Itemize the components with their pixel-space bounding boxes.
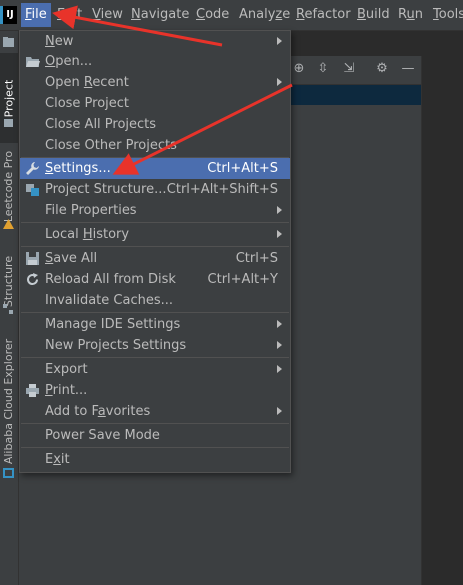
menu-item-print[interactable]: Print...	[20, 380, 290, 401]
menu-item-add-to-favorites[interactable]: Add to Favorites	[20, 401, 290, 422]
menu-item-file-properties[interactable]: File Properties	[20, 200, 290, 221]
reload-icon	[27, 273, 39, 286]
menu-separator	[21, 222, 289, 223]
folder-icon	[3, 37, 14, 47]
menu-file[interactable]: File	[21, 3, 51, 27]
menu-edit[interactable]: Edit	[53, 3, 86, 27]
folder-open-icon	[26, 57, 40, 67]
menu-item-new-projects-settings[interactable]: New Projects Settings	[20, 335, 290, 356]
menu-refactor[interactable]: Refactor	[292, 3, 355, 27]
submenu-arrow-icon	[277, 37, 282, 45]
menu-item-close-project[interactable]: Close Project	[20, 93, 290, 114]
menu-view[interactable]: View	[88, 3, 127, 27]
alibaba-cloud-icon	[3, 468, 14, 478]
menu-run[interactable]: Run	[394, 3, 427, 27]
editor-area	[421, 56, 463, 585]
tab-project[interactable]: Project	[0, 53, 18, 143]
menu-item-invalidate-caches[interactable]: Invalidate Caches...	[20, 290, 290, 311]
menu-separator	[21, 246, 289, 247]
locate-target-icon[interactable]: ⊕	[292, 62, 306, 76]
submenu-arrow-icon	[277, 365, 282, 373]
menu-tools[interactable]: Tools	[429, 3, 463, 27]
save-icon	[26, 252, 39, 265]
wrench-icon	[26, 162, 39, 175]
submenu-arrow-icon	[277, 78, 282, 86]
submenu-arrow-icon	[277, 407, 282, 415]
project-tab-icon	[4, 119, 13, 127]
minimize-icon[interactable]: —	[401, 62, 415, 76]
menu-item-close-other-projects[interactable]: Close Other Projects	[20, 135, 290, 156]
menu-item-save-all[interactable]: Save All Ctrl+S	[20, 248, 290, 269]
structure-icon	[3, 304, 13, 314]
menu-analyze[interactable]: Analyze	[235, 3, 294, 27]
leetcode-icon	[3, 219, 14, 229]
gear-icon[interactable]: ⚙	[375, 62, 389, 76]
menu-item-reload-all-from-disk[interactable]: Reload All from Disk Ctrl+Alt+Y	[20, 269, 290, 290]
project-structure-icon	[26, 184, 39, 196]
printer-icon	[26, 384, 39, 397]
menu-item-project-structure[interactable]: Project Structure... Ctrl+Alt+Shift+S	[20, 179, 290, 200]
menu-bar: IJ File Edit View Navigate Code Analyze …	[0, 0, 463, 31]
menu-item-manage-ide-settings[interactable]: Manage IDE Settings	[20, 314, 290, 335]
collapse-all-icon[interactable]: ⇲	[342, 62, 356, 76]
submenu-arrow-icon	[277, 230, 282, 238]
intellij-logo-icon: IJ	[0, 6, 17, 24]
menu-separator	[21, 447, 289, 448]
menu-item-power-save-mode[interactable]: Power Save Mode	[20, 425, 290, 446]
menu-item-settings[interactable]: Settings... Ctrl+Alt+S	[20, 158, 290, 179]
menu-item-exit[interactable]: Exit	[20, 449, 290, 470]
left-tool-strip: Project Leetcode Pro Structure Alibaba C…	[0, 31, 19, 585]
menu-navigate[interactable]: Navigate	[127, 3, 193, 27]
menu-separator	[21, 423, 289, 424]
menu-code[interactable]: Code	[192, 3, 233, 27]
menu-item-close-all-projects[interactable]: Close All Projects	[20, 114, 290, 135]
menu-item-new[interactable]: New	[20, 31, 290, 52]
tab-leetcode-pro[interactable]: Leetcode Pro	[0, 141, 18, 231]
menu-item-open[interactable]: Open...	[20, 51, 290, 72]
menu-separator	[21, 312, 289, 313]
menu-item-open-recent[interactable]: Open Recent	[20, 72, 290, 93]
menu-item-export[interactable]: Export	[20, 359, 290, 380]
expand-all-icon[interactable]: ⇳	[316, 62, 330, 76]
menu-item-local-history[interactable]: Local History	[20, 224, 290, 245]
menu-separator	[21, 357, 289, 358]
menu-build[interactable]: Build	[353, 3, 394, 27]
submenu-arrow-icon	[277, 341, 282, 349]
submenu-arrow-icon	[277, 320, 282, 328]
tab-alibaba-cloud-explorer[interactable]: Alibaba Cloud Explorer	[0, 331, 18, 471]
file-menu-dropdown: New Open... Open Recent Close Project Cl…	[19, 30, 291, 473]
submenu-arrow-icon	[277, 206, 282, 214]
